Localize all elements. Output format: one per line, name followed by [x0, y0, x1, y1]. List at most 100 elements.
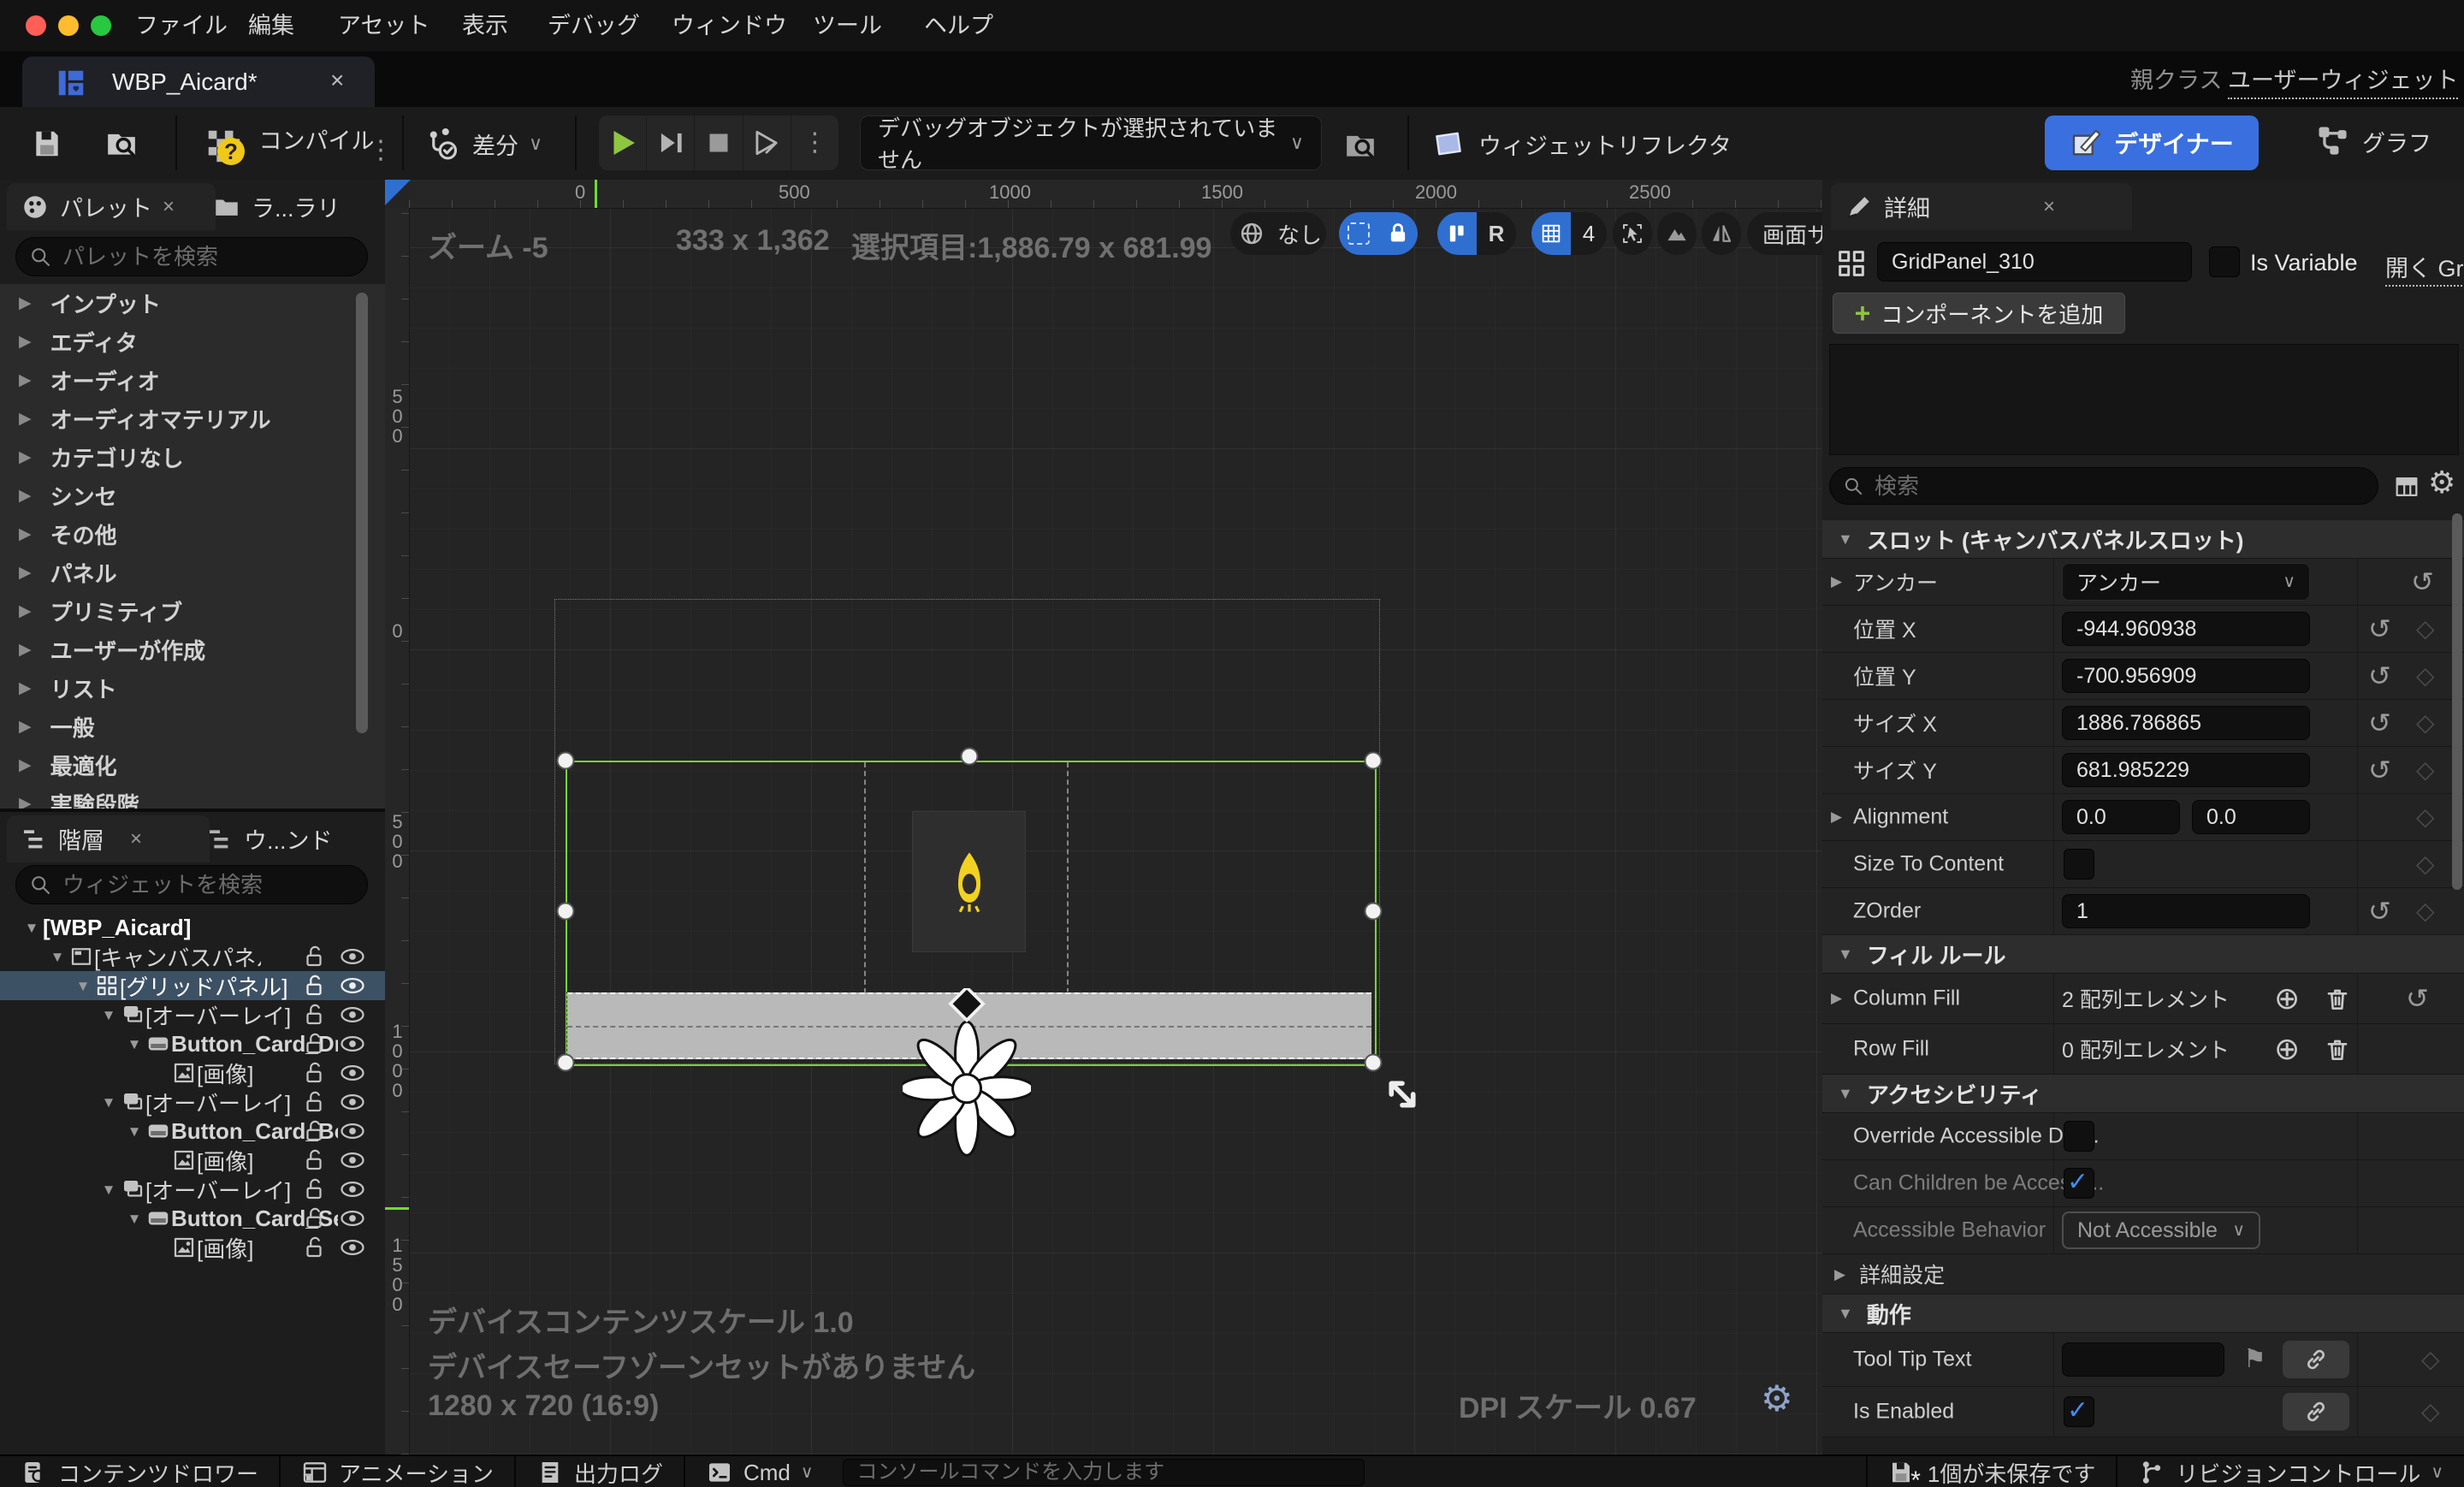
selection-lock-toggle[interactable]	[1339, 212, 1418, 255]
visibility-eye-icon[interactable]	[339, 1031, 366, 1057]
tab-library[interactable]: ラ...ラリ	[198, 183, 371, 230]
unsaved-assets-button[interactable]: 1個が未保存です	[1868, 1456, 2116, 1487]
palette-category-list[interactable]: リスト	[0, 669, 385, 708]
resize-handle-mid-left[interactable]	[557, 903, 575, 921]
stop-button[interactable]	[695, 116, 743, 170]
alignment-y-field[interactable]	[2192, 800, 2310, 834]
animation-button[interactable]: アニメーション	[281, 1456, 514, 1487]
add-component-button[interactable]: コンポーネントを追加	[1833, 293, 2125, 334]
reset-icon[interactable]	[2368, 709, 2391, 737]
compile-options-icon[interactable]	[368, 138, 394, 163]
size-y-field[interactable]	[2062, 753, 2310, 787]
tree-row-button-card-draw[interactable]: Button_Card_Dra	[0, 1029, 385, 1058]
tab-close-icon[interactable]	[2043, 197, 2055, 217]
alignment-icon[interactable]	[1437, 212, 1477, 255]
section-advanced[interactable]: 詳細設定	[1822, 1254, 2464, 1294]
respect-locks-toggle[interactable]: R	[1437, 212, 1516, 255]
widget-name-field[interactable]	[1877, 242, 2192, 281]
resize-handle-top-center[interactable]	[961, 748, 979, 766]
grid-icon[interactable]	[1531, 212, 1571, 255]
menu-asset[interactable]: アセット	[338, 0, 429, 51]
hierarchy-search-input[interactable]	[61, 871, 355, 899]
tooltip-field[interactable]	[2062, 1342, 2224, 1377]
visibility-eye-icon[interactable]	[339, 973, 366, 998]
graph-mode-button[interactable]: グラフ	[2314, 122, 2431, 160]
lock-icon[interactable]	[301, 1060, 327, 1086]
tree-row-image-3[interactable]: [画像]	[0, 1233, 385, 1262]
section-accessibility[interactable]: アクセシビリティ	[1822, 1075, 2464, 1113]
visibility-eye-icon[interactable]	[339, 1206, 366, 1231]
diff-button[interactable]: 差分	[426, 126, 542, 162]
flag-icon[interactable]	[2243, 1347, 2266, 1372]
save-icon[interactable]	[31, 127, 63, 160]
lock-icon[interactable]	[301, 1206, 327, 1231]
section-slot[interactable]: スロット (キャンバスパネルスロット)	[1822, 520, 2464, 559]
palette-category-input[interactable]: インプット	[0, 284, 385, 323]
tree-row-image-2[interactable]: [画像]	[0, 1146, 385, 1175]
screen-size-dropdown[interactable]: 画面サ	[1747, 212, 1822, 255]
resize-handle-top-right[interactable]	[1365, 752, 1383, 770]
display-filter-table-icon[interactable]	[2392, 472, 2421, 501]
visibility-eye-icon[interactable]	[339, 1089, 366, 1115]
lock-icon[interactable]	[301, 1235, 327, 1260]
size-x-field[interactable]	[2062, 706, 2310, 740]
cursor-tool-button[interactable]	[1613, 212, 1652, 255]
resize-handle-bottom-left[interactable]	[557, 1054, 575, 1072]
tab-close-icon[interactable]	[330, 68, 344, 92]
menu-window[interactable]: ウィンドウ	[672, 0, 787, 51]
reset-icon[interactable]	[2368, 615, 2391, 643]
details-search[interactable]	[1829, 467, 2378, 505]
preview-background-button[interactable]	[1657, 212, 1697, 255]
menu-view[interactable]: 表示	[462, 0, 508, 51]
expand-icon[interactable]	[1831, 809, 1842, 824]
children-accessible-checkbox[interactable]	[2064, 1168, 2094, 1199]
tree-row-button-card-settings[interactable]: Button_Card_Se	[0, 1204, 385, 1233]
console-command-box[interactable]	[843, 1459, 1365, 1486]
tree-row-canvas-panel[interactable]: [キャンバスパネル]	[0, 942, 385, 971]
add-array-element-icon[interactable]	[2274, 983, 2300, 1014]
reset-icon[interactable]	[2411, 568, 2434, 595]
reset-icon[interactable]	[2406, 985, 2429, 1012]
bind-diamond-icon[interactable]	[2416, 617, 2435, 641]
browse-to-asset-icon[interactable]	[104, 127, 139, 160]
lock-icon[interactable]	[301, 1031, 327, 1057]
tab-close-icon[interactable]	[130, 829, 142, 850]
bind-button[interactable]	[2283, 1341, 2349, 1378]
palette-search-input[interactable]	[61, 243, 355, 271]
is-enabled-checkbox[interactable]	[2064, 1396, 2094, 1427]
resize-handle-mid-right[interactable]	[1365, 903, 1383, 921]
menu-debug[interactable]: デバッグ	[548, 0, 640, 51]
content-drawer-button[interactable]: コンテンツドロワー	[0, 1456, 279, 1487]
bind-diamond-icon[interactable]	[2416, 852, 2435, 876]
visibility-eye-icon[interactable]	[339, 1002, 366, 1028]
tree-row-root[interactable]: [WBP_Aicard]	[0, 913, 385, 942]
menu-tools[interactable]: ツール	[813, 0, 882, 51]
bind-button[interactable]	[2283, 1393, 2349, 1431]
palette-category-user-created[interactable]: ユーザーが作成	[0, 631, 385, 669]
add-array-element-icon[interactable]	[2274, 1034, 2300, 1064]
size-to-content-checkbox[interactable]	[2064, 849, 2094, 880]
compile-button[interactable]: コンパイル	[204, 122, 374, 165]
expand-icon[interactable]	[1831, 991, 1842, 1005]
override-accessible-checkbox[interactable]	[2064, 1121, 2094, 1152]
parent-class-link[interactable]: ユーザーウィジェット	[2228, 62, 2458, 99]
visibility-eye-icon[interactable]	[339, 1060, 366, 1086]
bind-diamond-icon[interactable]	[2416, 805, 2435, 829]
bind-diamond-icon[interactable]	[2421, 1400, 2440, 1424]
resize-handle-top-left[interactable]	[557, 752, 575, 770]
tree-row-overlay-3[interactable]: [オーバーレイ]	[0, 1175, 385, 1204]
menu-edit[interactable]: 編集	[248, 0, 294, 51]
hierarchy-search[interactable]	[15, 865, 368, 904]
menu-file[interactable]: ファイル	[135, 0, 228, 51]
tree-row-overlay-2[interactable]: [オーバーレイ]	[0, 1087, 385, 1117]
console-command-input[interactable]	[856, 1460, 1352, 1485]
palette-search[interactable]	[15, 237, 368, 276]
browse-debug-object-icon[interactable]	[1343, 129, 1377, 162]
revision-control-button[interactable]: リビジョンコントロール	[2118, 1456, 2464, 1487]
anchor-dropdown[interactable]: アンカー	[2062, 563, 2310, 601]
resize-arrow-icon[interactable]	[1382, 1074, 1423, 1115]
resize-handle-bottom-right[interactable]	[1365, 1054, 1383, 1072]
pos-x-field[interactable]	[2062, 612, 2310, 646]
palette-category-audio-material[interactable]: オーディオマテリアル	[0, 400, 385, 438]
anchor-diamond[interactable]	[951, 988, 983, 1020]
